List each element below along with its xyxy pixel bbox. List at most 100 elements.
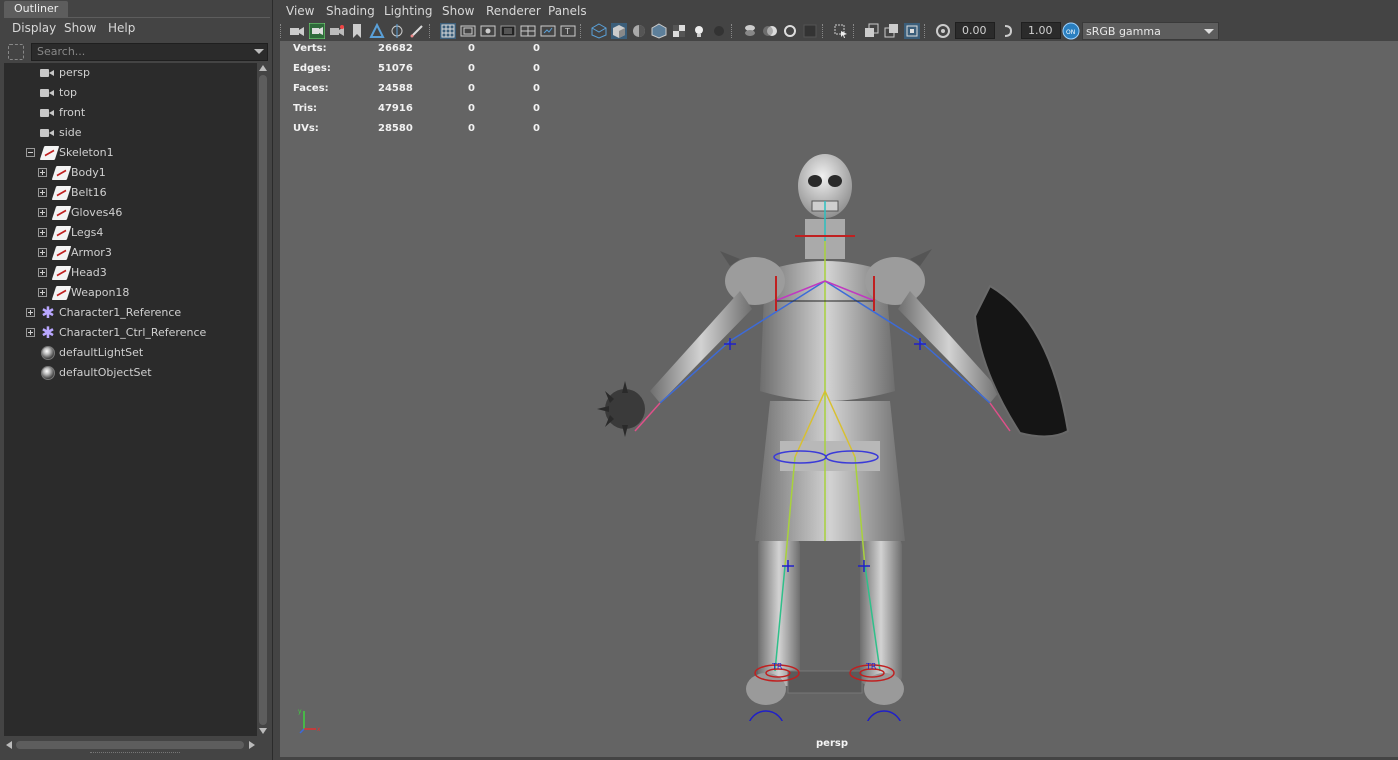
film-gate-icon[interactable] (460, 23, 476, 39)
gamma-field[interactable]: 1.00 (1021, 22, 1061, 39)
exposure-field[interactable]: 0.00 (955, 22, 995, 39)
bookmark-icon[interactable] (349, 23, 365, 39)
scroll-down-icon[interactable] (259, 728, 267, 734)
expand-toggle[interactable] (38, 228, 47, 237)
image-plane-icon[interactable] (369, 23, 385, 39)
tree-item-default-light-set[interactable]: defaultLightSet (4, 343, 257, 363)
chevron-down-icon[interactable] (1204, 29, 1214, 34)
menu-shading[interactable]: Shading (326, 4, 375, 18)
scroll-thumb[interactable] (16, 741, 244, 749)
bookmark-camera-icon[interactable] (329, 23, 345, 39)
tree-item-persp[interactable]: persp (4, 63, 257, 83)
outliner-horizontal-scrollbar[interactable] (4, 738, 269, 752)
character-model[interactable]: TR TR (580, 141, 1100, 721)
tree-item-belt16[interactable]: Belt16 (4, 183, 257, 203)
stat-label: UVs: (293, 123, 319, 134)
default-material-icon[interactable] (631, 23, 647, 39)
multisample-aa-icon[interactable] (782, 23, 798, 39)
filter-icon[interactable] (8, 44, 24, 60)
stat-selected: 0 (468, 63, 475, 74)
scroll-thumb[interactable] (259, 75, 267, 725)
scroll-left-icon[interactable] (6, 741, 12, 749)
tree-item-character1-ctrl-reference[interactable]: ✱ Character1_Ctrl_Reference (4, 323, 257, 343)
select-camera-icon[interactable] (289, 23, 305, 39)
tree-item-label: top (59, 86, 78, 99)
3d-viewport[interactable]: Verts: 26682 0 0 Edges: 51076 0 0 Faces:… (280, 41, 1398, 757)
screen-space-ao-icon[interactable] (742, 23, 758, 39)
menu-show[interactable]: Show (64, 21, 96, 35)
expand-toggle[interactable] (38, 168, 47, 177)
tree-item-character1-reference[interactable]: ✱ Character1_Reference (4, 303, 257, 323)
tree-item-default-object-set[interactable]: defaultObjectSet (4, 363, 257, 383)
tree-item-armor3[interactable]: Armor3 (4, 243, 257, 263)
menu-view[interactable]: View (286, 4, 314, 18)
tree-item-gloves46[interactable]: Gloves46 (4, 203, 257, 223)
tree-item-head3[interactable]: Head3 (4, 263, 257, 283)
tree-item-side[interactable]: side (4, 123, 257, 143)
scroll-right-icon[interactable] (249, 741, 255, 749)
tree-item-body1[interactable]: Body1 (4, 163, 257, 183)
field-chart-icon[interactable] (520, 23, 536, 39)
use-all-lights-icon[interactable] (691, 23, 707, 39)
tree-item-weapon18[interactable]: Weapon18 (4, 283, 257, 303)
smooth-shade-all-icon[interactable] (611, 23, 627, 39)
tree-item-front[interactable]: front (4, 103, 257, 123)
menu-renderer[interactable]: Renderer (486, 4, 541, 18)
2d-pan-zoom-icon[interactable] (389, 23, 405, 39)
depth-of-field-icon[interactable] (802, 23, 818, 39)
expand-toggle[interactable] (38, 288, 47, 297)
scroll-up-icon[interactable] (259, 65, 267, 71)
gate-mask-icon[interactable] (500, 23, 516, 39)
xray-joints-icon[interactable] (904, 23, 920, 39)
menu-show[interactable]: Show (442, 4, 474, 18)
expand-toggle[interactable] (26, 308, 35, 317)
color-space-dropdown[interactable]: sRGB gamma (1082, 22, 1219, 40)
tree-item-label: defaultObjectSet (59, 366, 152, 379)
safe-title-icon[interactable]: T (560, 23, 576, 39)
set-icon (41, 346, 55, 360)
menu-help[interactable]: Help (108, 21, 135, 35)
toolbar-separator (731, 24, 733, 38)
camera-attributes-icon[interactable] (309, 23, 325, 39)
resize-grip[interactable] (90, 752, 180, 756)
color-management-toggle-icon[interactable]: ON (1062, 22, 1080, 40)
stat-row-tris: Tris: 47916 0 0 (293, 103, 553, 123)
stat-components: 0 (533, 123, 540, 134)
outliner-vertical-scrollbar[interactable] (257, 63, 269, 736)
expand-toggle[interactable] (38, 188, 47, 197)
menu-panels[interactable]: Panels (548, 4, 587, 18)
wireframe-on-shaded-icon[interactable] (651, 23, 667, 39)
expand-toggle[interactable] (38, 248, 47, 257)
isolate-select-icon[interactable] (833, 23, 849, 39)
gamma-icon[interactable] (1001, 23, 1017, 39)
expand-toggle[interactable] (26, 328, 35, 337)
joint-icon (51, 226, 72, 240)
menu-display[interactable]: Display (12, 21, 56, 35)
expand-toggle[interactable] (38, 208, 47, 217)
grid-icon[interactable] (440, 23, 456, 39)
wireframe-icon[interactable] (591, 23, 607, 39)
shadows-icon[interactable] (711, 23, 727, 39)
tree-item-skeleton1[interactable]: Skeleton1 (4, 143, 257, 163)
textured-icon[interactable] (671, 23, 687, 39)
tree-item-label: Armor3 (71, 246, 112, 259)
stat-components: 0 (533, 63, 540, 74)
svg-text:x: x (317, 726, 321, 733)
safe-action-icon[interactable] (540, 23, 556, 39)
outliner-menubar: Display Show Help (4, 17, 270, 39)
xray-active-components-icon[interactable] (884, 23, 900, 39)
exposure-icon[interactable] (935, 23, 951, 39)
collapse-toggle[interactable] (26, 148, 35, 157)
search-input[interactable]: Search... (31, 43, 268, 61)
grease-pencil-icon[interactable] (409, 23, 425, 39)
menu-lighting[interactable]: Lighting (384, 4, 433, 18)
tree-item-top[interactable]: top (4, 83, 257, 103)
tree-item-legs4[interactable]: Legs4 (4, 223, 257, 243)
xray-icon[interactable] (864, 23, 880, 39)
joint-icon (51, 166, 72, 180)
resolution-gate-icon[interactable] (480, 23, 496, 39)
motion-blur-icon[interactable] (762, 23, 778, 39)
chevron-down-icon[interactable] (254, 49, 264, 54)
outliner-tab[interactable]: Outliner (4, 1, 69, 17)
expand-toggle[interactable] (38, 268, 47, 277)
